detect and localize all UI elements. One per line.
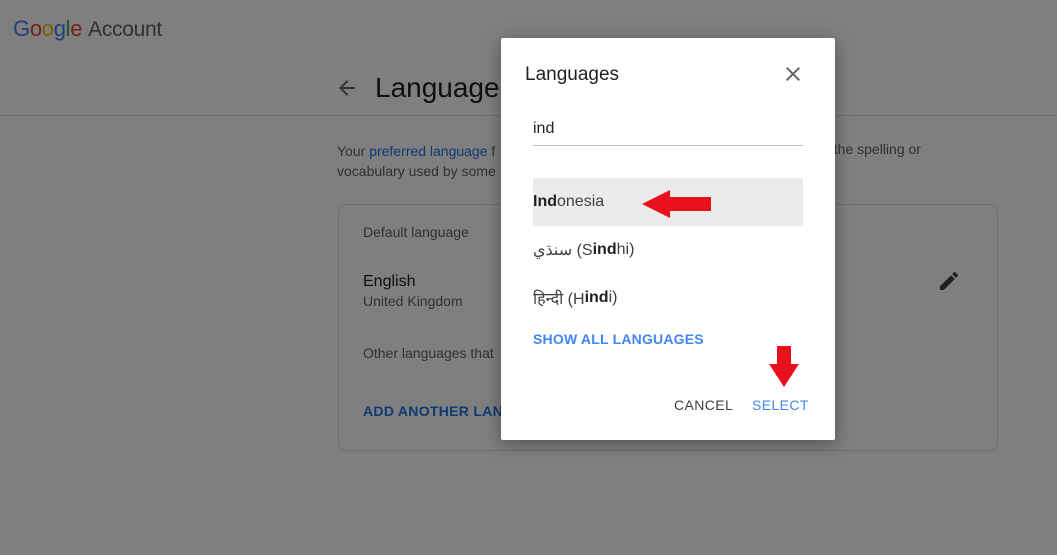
select-button[interactable]: SELECT <box>752 397 809 413</box>
language-option-hindi[interactable]: हिन्दी (H ind i) <box>533 274 803 322</box>
show-all-languages-button[interactable]: SHOW ALL LANGUAGES <box>533 331 704 347</box>
language-search-input[interactable] <box>533 118 803 146</box>
dialog-title: Languages <box>525 64 620 85</box>
language-option-sindhi[interactable]: سنڌي (S ind hi) <box>533 226 803 274</box>
annotation-arrow-down-icon <box>769 346 799 387</box>
close-icon[interactable] <box>781 62 805 86</box>
cancel-button[interactable]: CANCEL <box>674 397 733 413</box>
annotation-arrow-left-icon <box>642 190 711 218</box>
